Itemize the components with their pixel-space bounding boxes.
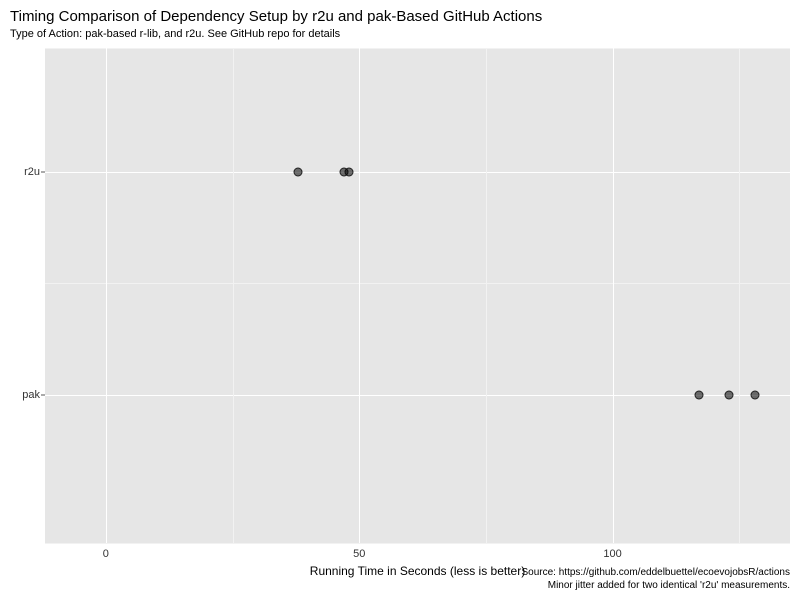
data-point: [750, 390, 759, 399]
chart-subtitle: Type of Action: pak-based r-lib, and r2u…: [10, 28, 340, 40]
data-point: [725, 390, 734, 399]
vgrid-minor: [739, 48, 740, 543]
x-tick-label: 50: [353, 548, 365, 560]
x-tick-label: 100: [603, 548, 621, 560]
vgrid-minor: [233, 48, 234, 543]
data-point: [294, 167, 303, 176]
chart-container: Timing Comparison of Dependency Setup by…: [0, 0, 800, 600]
vgrid-major: [613, 48, 614, 543]
vgrid-major: [359, 48, 360, 543]
chart-caption-note: Minor jitter added for two identical 'r2…: [548, 580, 790, 591]
vgrid-major: [106, 48, 107, 543]
plot-panel: [45, 48, 790, 543]
data-point: [694, 390, 703, 399]
y-tick-label: r2u: [24, 166, 40, 178]
y-tick-mark: [41, 171, 45, 172]
hgrid-minor: [45, 543, 790, 544]
y-tick-label: pak: [22, 389, 40, 401]
chart-title: Timing Comparison of Dependency Setup by…: [10, 8, 542, 25]
y-tick-mark: [41, 394, 45, 395]
data-point: [345, 167, 354, 176]
vgrid-minor: [486, 48, 487, 543]
hgrid-minor: [45, 48, 790, 49]
hgrid-major: [45, 172, 790, 173]
chart-caption-source: Source: https://github.com/eddelbuettel/…: [522, 567, 791, 578]
hgrid-minor: [45, 283, 790, 284]
x-tick-label: 0: [103, 548, 109, 560]
hgrid-major: [45, 395, 790, 396]
